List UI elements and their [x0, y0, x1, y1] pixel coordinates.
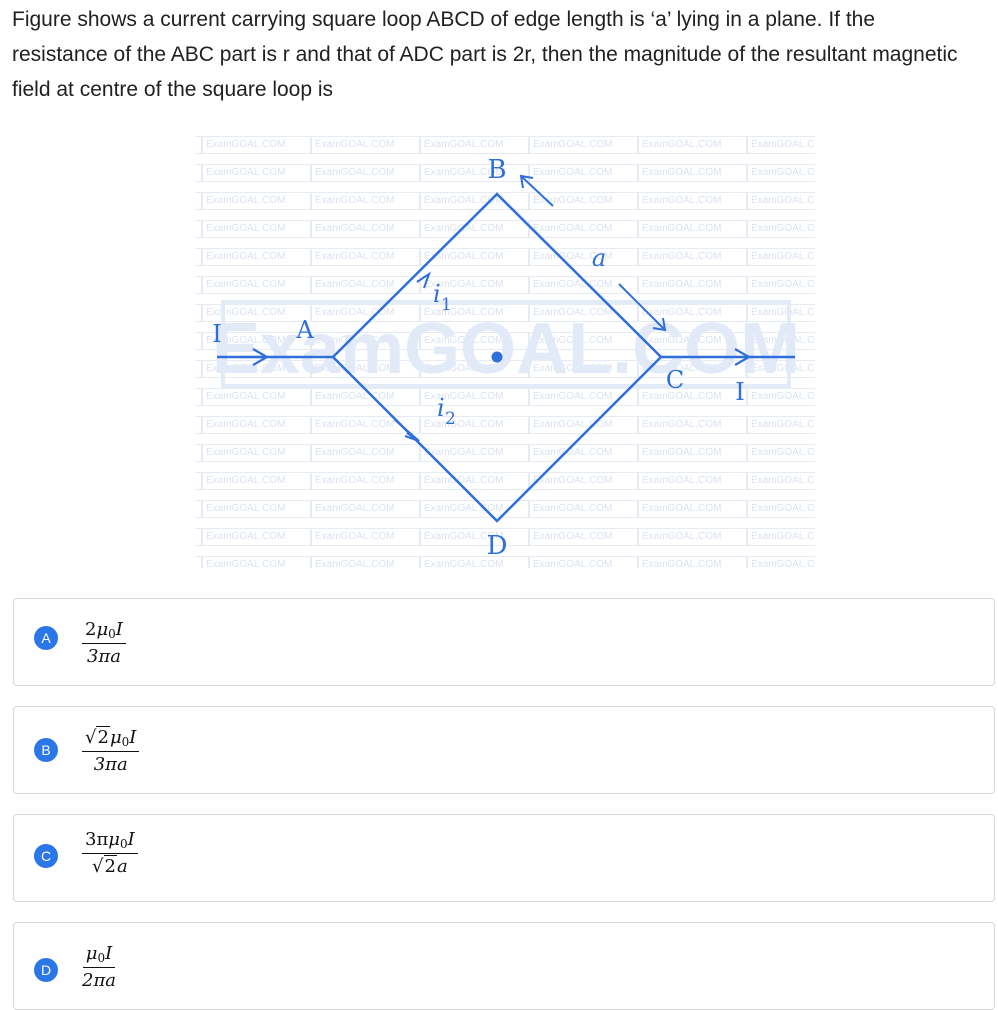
label-i1-subscript: 1 [441, 295, 452, 315]
option-b-numerator: √2μ0I [82, 726, 140, 752]
centre-point [491, 351, 503, 363]
option-c[interactable]: C 3πμ0I √2a [13, 814, 995, 902]
option-b-denominator: 3πa [93, 754, 128, 775]
label-A: A [295, 316, 314, 344]
label-I-in: I [212, 320, 221, 348]
option-c-num-coeff: 3π [85, 829, 109, 850]
option-a-numerator: 2μ0I [82, 619, 126, 644]
option-a-num-current: I [115, 619, 123, 640]
label-i2-subscript: 2 [445, 409, 456, 429]
option-d-num-sub: 0 [97, 951, 106, 965]
option-d-num-current: I [105, 943, 113, 964]
option-b-num-mu: μ [109, 727, 122, 748]
option-c-badge: C [34, 844, 58, 868]
option-d-num-mu: μ [85, 943, 98, 964]
option-a[interactable]: A 2μ0I 3πa [13, 598, 995, 686]
option-d[interactable]: D μ0I 2πa [13, 922, 995, 1010]
label-I-out: I [735, 378, 744, 406]
option-a-num-sub: 0 [108, 627, 116, 641]
option-b[interactable]: B √2μ0I 3πa [13, 706, 995, 794]
label-C: C [666, 366, 684, 394]
loop-diagram: ExamGOAL.COM B A C D I I a i 1 i 2 [212, 155, 800, 561]
option-d-badge: D [34, 958, 58, 982]
option-c-formula: 3πμ0I √2a [82, 829, 138, 877]
label-edge-a: a [592, 244, 606, 272]
option-b-formula: √2μ0I 3πa [82, 726, 140, 775]
option-a-num-mu: μ [96, 619, 109, 640]
option-c-num-sub: 0 [120, 837, 128, 851]
circuit-figure: ExamGOAL.COM ExamGOAL.COM ExamGOAL.COM Exam… [195, 130, 815, 568]
option-d-denominator: 2πa [82, 970, 117, 991]
option-d-numerator: μ0I [82, 943, 116, 968]
option-b-num-current: I [129, 727, 137, 748]
question-text: Figure shows a current carrying square l… [12, 8, 958, 101]
option-a-badge: A [34, 626, 58, 650]
option-c-numerator: 3πμ0I [82, 829, 138, 854]
option-a-denominator: 3πa [86, 646, 121, 667]
option-a-formula: 2μ0I 3πa [82, 619, 126, 667]
arrow-i1-icon [416, 271, 431, 289]
label-i1: i [433, 280, 441, 308]
edge-arrow-upper [520, 175, 554, 207]
option-d-formula: μ0I 2πa [82, 943, 116, 991]
option-a-num-coeff: 2 [85, 619, 97, 640]
option-b-badge: B [34, 738, 58, 762]
option-b-num-radicand: 2 [96, 726, 110, 748]
option-c-denominator: √2a [92, 855, 128, 877]
option-c-num-current: I [127, 829, 135, 850]
label-B: B [487, 155, 506, 185]
option-c-num-mu: μ [108, 829, 120, 850]
label-D: D [487, 531, 508, 561]
label-i2: i [437, 394, 445, 422]
option-c-den-radicand: 2 [103, 855, 117, 877]
option-c-den-rest: a [116, 856, 128, 877]
